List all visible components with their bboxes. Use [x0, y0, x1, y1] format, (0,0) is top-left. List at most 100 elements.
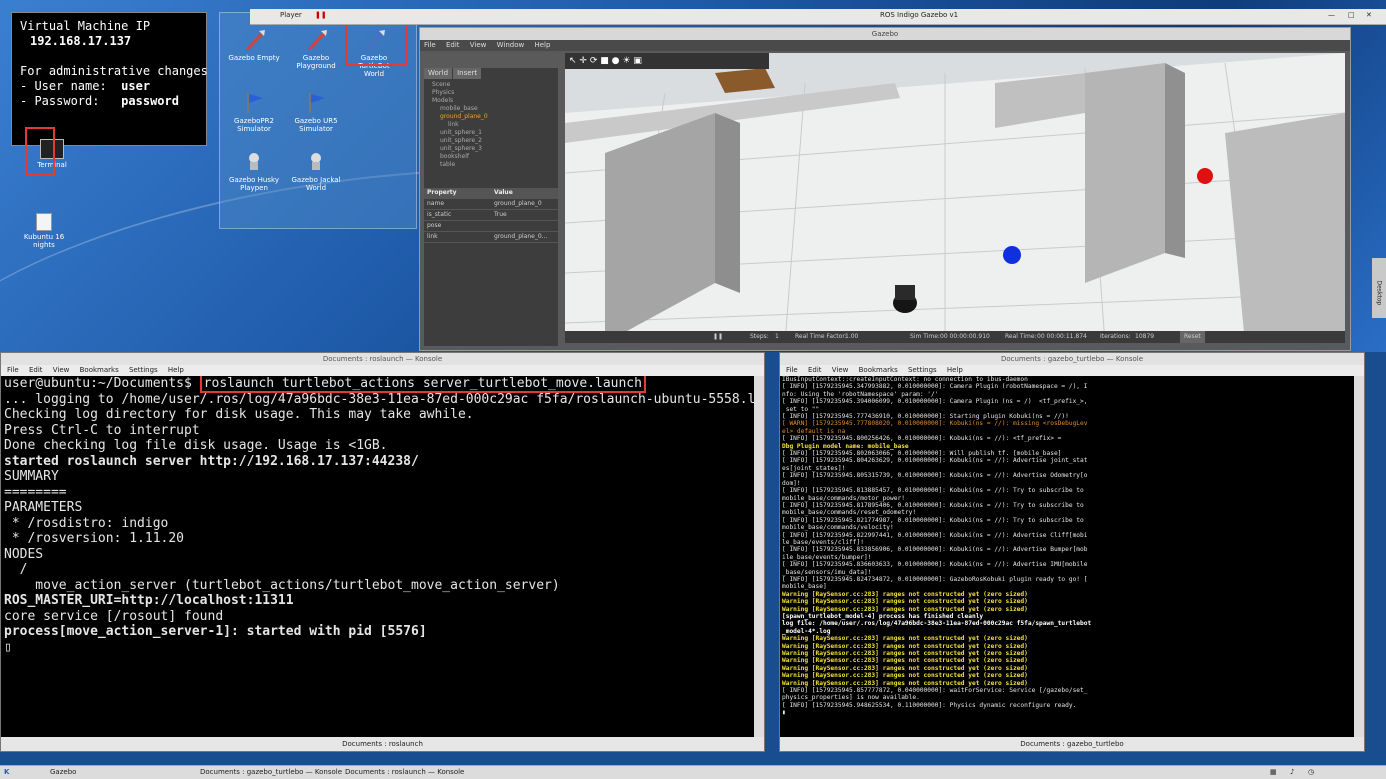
prop-value[interactable]: [491, 221, 558, 231]
minimize-icon[interactable]: —: [1328, 11, 1335, 19]
konsole-tab[interactable]: Documents : gazebo_turtlebo: [780, 737, 1364, 751]
terminal-line: es[joint_states]!: [782, 464, 846, 472]
menu-help[interactable]: Help: [534, 41, 550, 49]
gazebo-jackal-launcher[interactable]: Gazebo Jackal World: [290, 150, 342, 192]
konsole-menubar: File Edit View Bookmarks Settings Help: [780, 365, 1364, 376]
menu-edit[interactable]: Edit: [29, 366, 43, 374]
terminal-line: dom]!: [782, 479, 801, 487]
translate-tool-icon[interactable]: ✛: [579, 56, 587, 66]
task-gazebo-konsole[interactable]: Documents : gazebo_turtlebo — Konsole: [200, 768, 342, 776]
camera-icon[interactable]: ▣: [633, 56, 642, 66]
gazebo-husky-launcher[interactable]: Gazebo Husky Playpen: [228, 150, 280, 192]
tab-world[interactable]: World: [424, 68, 453, 79]
start-menu-icon[interactable]: K: [4, 768, 9, 776]
scrollbar[interactable]: [1354, 376, 1364, 737]
tree-item[interactable]: unit_sphere_2: [428, 137, 554, 145]
prop-value[interactable]: ground_plane_0: [491, 199, 558, 209]
scrollbar[interactable]: [754, 376, 764, 737]
vm-info-box: Virtual Machine IP 192.168.17.137 For ad…: [11, 12, 208, 146]
gazebo-titlebar: Gazebo: [420, 28, 1350, 40]
terminal-output[interactable]: user@ubuntu:~/Documents$ roslaunch turtl…: [1, 376, 754, 737]
terminal-line: Checking log directory for disk usage. T…: [4, 407, 474, 422]
menu-bookmarks[interactable]: Bookmarks: [859, 366, 898, 374]
gazebo-ur5-launcher[interactable]: Gazebo UR5 Simulator: [290, 91, 342, 133]
menu-file[interactable]: File: [7, 366, 19, 374]
launcher-folder: Gazebo Empty Gazebo Playground Gazebo Tu…: [219, 12, 417, 229]
vm-user-value: user: [121, 79, 151, 93]
menu-bookmarks[interactable]: Bookmarks: [80, 366, 119, 374]
roslaunch-command: roslaunch turtlebot_actions server_turtl…: [199, 376, 646, 393]
terminal-line: [ INFO] [1579235945.857777872, 0.0400000…: [782, 687, 1088, 695]
maximize-icon[interactable]: □: [1348, 11, 1355, 19]
task-roslaunch-konsole[interactable]: Documents : roslaunch — Konsole: [345, 768, 464, 776]
terminal-line: * /rosdistro: indigo: [4, 515, 169, 531]
light-icon[interactable]: ☀: [622, 56, 630, 66]
real-time-label: Real Time:: [1005, 333, 1037, 340]
red-sphere: [1197, 168, 1213, 184]
gazebo-playground-launcher[interactable]: Gazebo Playground: [290, 28, 342, 70]
pause-sim-icon[interactable]: ❚❚: [713, 331, 723, 343]
tree-item[interactable]: bookshelf: [428, 153, 554, 161]
clock-icon[interactable]: ◷: [1308, 768, 1314, 776]
terminal-line: process[move_action_server-1]: started w…: [4, 624, 427, 639]
menu-help[interactable]: Help: [168, 366, 184, 374]
pause-icon[interactable]: ❚❚: [315, 11, 327, 19]
rocket-icon: [303, 28, 329, 52]
gazebo-pr2-launcher[interactable]: GazeboPR2 Simulator: [228, 91, 280, 133]
reset-button[interactable]: Reset: [1180, 331, 1205, 343]
tree-item[interactable]: table: [428, 161, 554, 169]
task-gazebo[interactable]: Gazebo: [50, 768, 76, 776]
close-icon[interactable]: ✕: [1366, 11, 1372, 19]
terminal-line: mobile_base/commands/motor_power!: [782, 494, 905, 502]
menu-file[interactable]: File: [424, 41, 436, 49]
menu-settings[interactable]: Settings: [908, 366, 937, 374]
volume-icon[interactable]: ♪: [1290, 768, 1294, 776]
terminal-line: [ INFO] [1579235945.822997441, 0.0100000…: [782, 531, 1088, 539]
robot-icon: [241, 150, 267, 174]
tree-item[interactable]: unit_sphere_1: [428, 129, 554, 137]
select-tool-icon[interactable]: ↖: [569, 56, 577, 66]
property-panel: Property Value name ground_plane_0 is_stat…: [424, 188, 558, 243]
menu-window[interactable]: Window: [497, 41, 525, 49]
tree-item[interactable]: mobile_base: [428, 105, 554, 113]
tree-item[interactable]: link: [428, 121, 554, 129]
prop-value[interactable]: True: [491, 210, 558, 220]
iterations-label: Iterations:: [1100, 333, 1131, 340]
konsole-tab[interactable]: Documents : roslaunch: [1, 737, 764, 751]
terminal-line: [ INFO] [1579235945.817895406, 0.0100000…: [782, 501, 1084, 509]
player-menu[interactable]: Player: [280, 11, 302, 19]
box-shape-icon[interactable]: ■: [600, 56, 609, 66]
menu-edit[interactable]: Edit: [808, 366, 822, 374]
gazebo-empty-launcher[interactable]: Gazebo Empty: [228, 28, 280, 62]
gazebo-3d-viewport[interactable]: [565, 53, 1345, 343]
prop-value[interactable]: ground_plane_0...: [491, 232, 558, 242]
tree-item[interactable]: Models: [428, 97, 554, 105]
kubuntu-desktop-icon[interactable]: Kubuntu 16 nights: [18, 213, 70, 249]
menu-edit[interactable]: Edit: [446, 41, 460, 49]
rotate-tool-icon[interactable]: ⟳: [590, 56, 598, 66]
tab-label: Documents : roslaunch: [342, 740, 423, 748]
terminal-line: mobile_base/commands/velocity!: [782, 524, 894, 532]
steps-value[interactable]: 1: [775, 331, 779, 343]
sphere-shape-icon[interactable]: ●: [612, 56, 620, 66]
tree-item[interactable]: unit_sphere_3: [428, 145, 554, 153]
menu-view[interactable]: View: [53, 366, 70, 374]
terminal-line: [ WARN] [1579235945.777808020, 0.0100000…: [782, 420, 1088, 428]
menu-file[interactable]: File: [786, 366, 798, 374]
menu-view[interactable]: View: [470, 41, 487, 49]
tree-item[interactable]: Physics: [428, 89, 554, 97]
menu-help[interactable]: Help: [947, 366, 963, 374]
rocket-icon: [241, 28, 267, 52]
sim-time-value: 00 00:00:00.910: [940, 333, 990, 340]
tree-item-selected[interactable]: ground_plane_0: [428, 113, 554, 121]
desktop-side-tab[interactable]: Desktop: [1372, 258, 1386, 318]
terminal-line: [ INFO] [1579235945.833856906, 0.0100000…: [782, 546, 1088, 554]
network-icon[interactable]: ▦: [1270, 768, 1277, 776]
terminal-line: [ INFO] [1579235945.800256426, 0.0100000…: [782, 435, 1062, 443]
tab-insert[interactable]: Insert: [453, 68, 482, 79]
menu-view[interactable]: View: [832, 366, 849, 374]
terminal-output[interactable]: IBusInputContext::createInputContext: no…: [780, 376, 1354, 737]
terminal-line: ========: [4, 484, 67, 500]
menu-settings[interactable]: Settings: [129, 366, 158, 374]
tree-item[interactable]: Scene: [428, 81, 554, 89]
